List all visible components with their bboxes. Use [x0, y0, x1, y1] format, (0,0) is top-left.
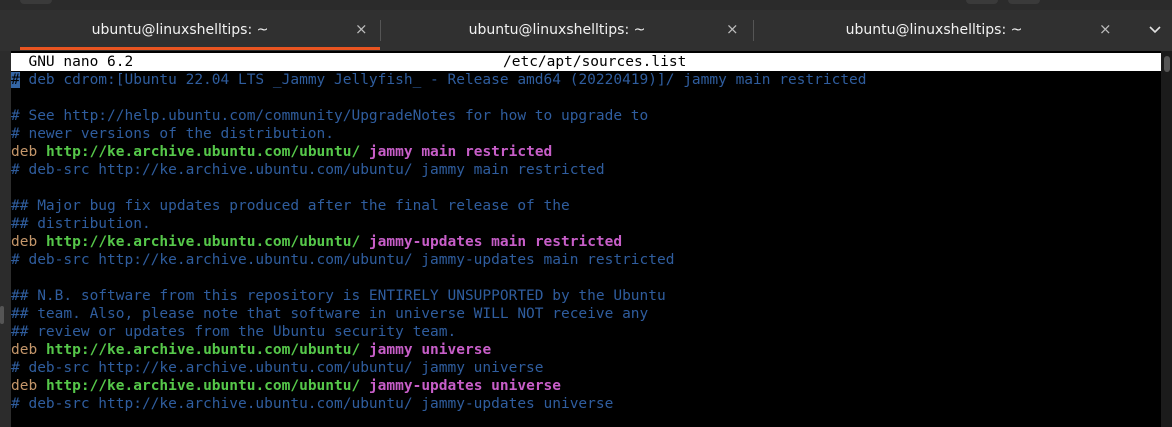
tab-1[interactable]: ubuntu@linuxshelltips: ~ ×: [20, 10, 380, 51]
left-edge: [0, 51, 11, 427]
deb-keyword: deb: [11, 144, 38, 160]
line-text: # newer versions of the distribution.: [11, 126, 335, 142]
deb-keyword: deb: [11, 378, 38, 394]
nano-title-bar: GNU nano 6.2 /etc/apt/sources.list: [11, 53, 1161, 71]
line-text: # deb-src http://ke.archive.ubuntu.com/u…: [11, 252, 675, 268]
deb-line: deb http://ke.archive.ubuntu.com/ubuntu/…: [11, 143, 552, 161]
window-control-stub: [20, 0, 52, 4]
repo-url: http://ke.archive.ubuntu.com/ubuntu/: [45, 342, 361, 358]
comment-line: ## team. Also, please note that software…: [11, 305, 648, 323]
window-top-strip: [0, 0, 1172, 10]
repo-url: http://ke.archive.ubuntu.com/ubuntu/: [45, 378, 361, 394]
distribution-components: jammy-updates main restricted: [368, 234, 623, 250]
deb-line: deb http://ke.archive.ubuntu.com/ubuntu/…: [11, 233, 622, 251]
line-text: # deb-src http://ke.archive.ubuntu.com/u…: [11, 162, 605, 178]
tab-2[interactable]: ubuntu@linuxshelltips: ~ ×: [381, 10, 753, 51]
scrollbar-thumb[interactable]: [1164, 56, 1170, 72]
editor-version: GNU nano 6.2: [28, 54, 134, 70]
close-icon[interactable]: ×: [726, 22, 739, 37]
distribution-components: jammy-updates universe: [368, 378, 562, 394]
distribution-components: jammy universe: [368, 342, 492, 358]
comment-line: ## N.B. software from this repository is…: [11, 287, 666, 305]
close-icon[interactable]: ×: [1099, 22, 1112, 37]
deb-keyword: deb: [11, 234, 38, 250]
repo-url: http://ke.archive.ubuntu.com/ubuntu/: [45, 144, 361, 160]
line-text: deb cdrom:[Ubuntu 22.04 LTS _Jammy Jelly…: [19, 72, 867, 88]
line-text: # See http://help.ubuntu.com/community/U…: [11, 108, 649, 124]
comment-line: # deb-src http://ke.archive.ubuntu.com/u…: [11, 395, 613, 413]
comment-line: # deb-src http://ke.archive.ubuntu.com/u…: [11, 251, 674, 269]
comment-line: ## review or updates from the Ubuntu sec…: [11, 323, 456, 341]
comment-line: # deb-src http://ke.archive.ubuntu.com/u…: [11, 161, 605, 179]
comment-line: ## distribution.: [11, 215, 151, 233]
window-control-stub: [966, 0, 998, 4]
repo-url: http://ke.archive.ubuntu.com/ubuntu/: [45, 234, 361, 250]
resize-handle[interactable]: [0, 306, 4, 324]
comment-line: # deb cdrom:[Ubuntu 22.04 LTS _Jammy Jel…: [11, 71, 867, 89]
line-text: ## N.B. software from this repository is…: [11, 288, 666, 304]
close-icon[interactable]: ×: [355, 22, 368, 37]
line-text: # deb-src http://ke.archive.ubuntu.com/u…: [11, 360, 544, 376]
line-text: ## distribution.: [11, 216, 151, 232]
comment-line: # See http://help.ubuntu.com/community/U…: [11, 107, 648, 125]
line-text: ## review or updates from the Ubuntu sec…: [11, 324, 457, 340]
line-text: ## team. Also, please note that software…: [11, 306, 649, 322]
deb-line: deb http://ke.archive.ubuntu.com/ubuntu/…: [11, 377, 561, 395]
comment-line: # deb-src http://ke.archive.ubuntu.com/u…: [11, 359, 544, 377]
line-text: ## Major bug fix updates produced after …: [11, 198, 570, 214]
line-text: # deb-src http://ke.archive.ubuntu.com/u…: [11, 396, 614, 412]
tab-title: ubuntu@linuxshelltips: ~: [468, 22, 646, 38]
tab-title: ubuntu@linuxshelltips: ~: [91, 22, 269, 38]
window-control-stub: [1008, 0, 1040, 4]
nano-editor[interactable]: GNU nano 6.2 /etc/apt/sources.list # deb…: [11, 53, 1161, 427]
tab-title: ubuntu@linuxshelltips: ~: [845, 22, 1023, 38]
deb-line: deb http://ke.archive.ubuntu.com/ubuntu/…: [11, 341, 491, 359]
distribution-components: jammy main restricted: [368, 144, 553, 160]
deb-keyword: deb: [11, 342, 38, 358]
chevron-down-icon[interactable]: [1148, 23, 1162, 37]
comment-line: ## Major bug fix updates produced after …: [11, 197, 570, 215]
active-tab-indicator: [20, 47, 380, 50]
text-cursor: #: [11, 72, 20, 88]
vertical-scrollbar[interactable]: [1161, 51, 1172, 427]
tab-3[interactable]: ubuntu@linuxshelltips: ~ ×: [754, 10, 1124, 51]
comment-line: # newer versions of the distribution.: [11, 125, 334, 143]
terminal-tab-bar: ubuntu@linuxshelltips: ~ × ubuntu@linuxs…: [0, 10, 1172, 51]
file-path: /etc/apt/sources.list: [503, 54, 687, 70]
